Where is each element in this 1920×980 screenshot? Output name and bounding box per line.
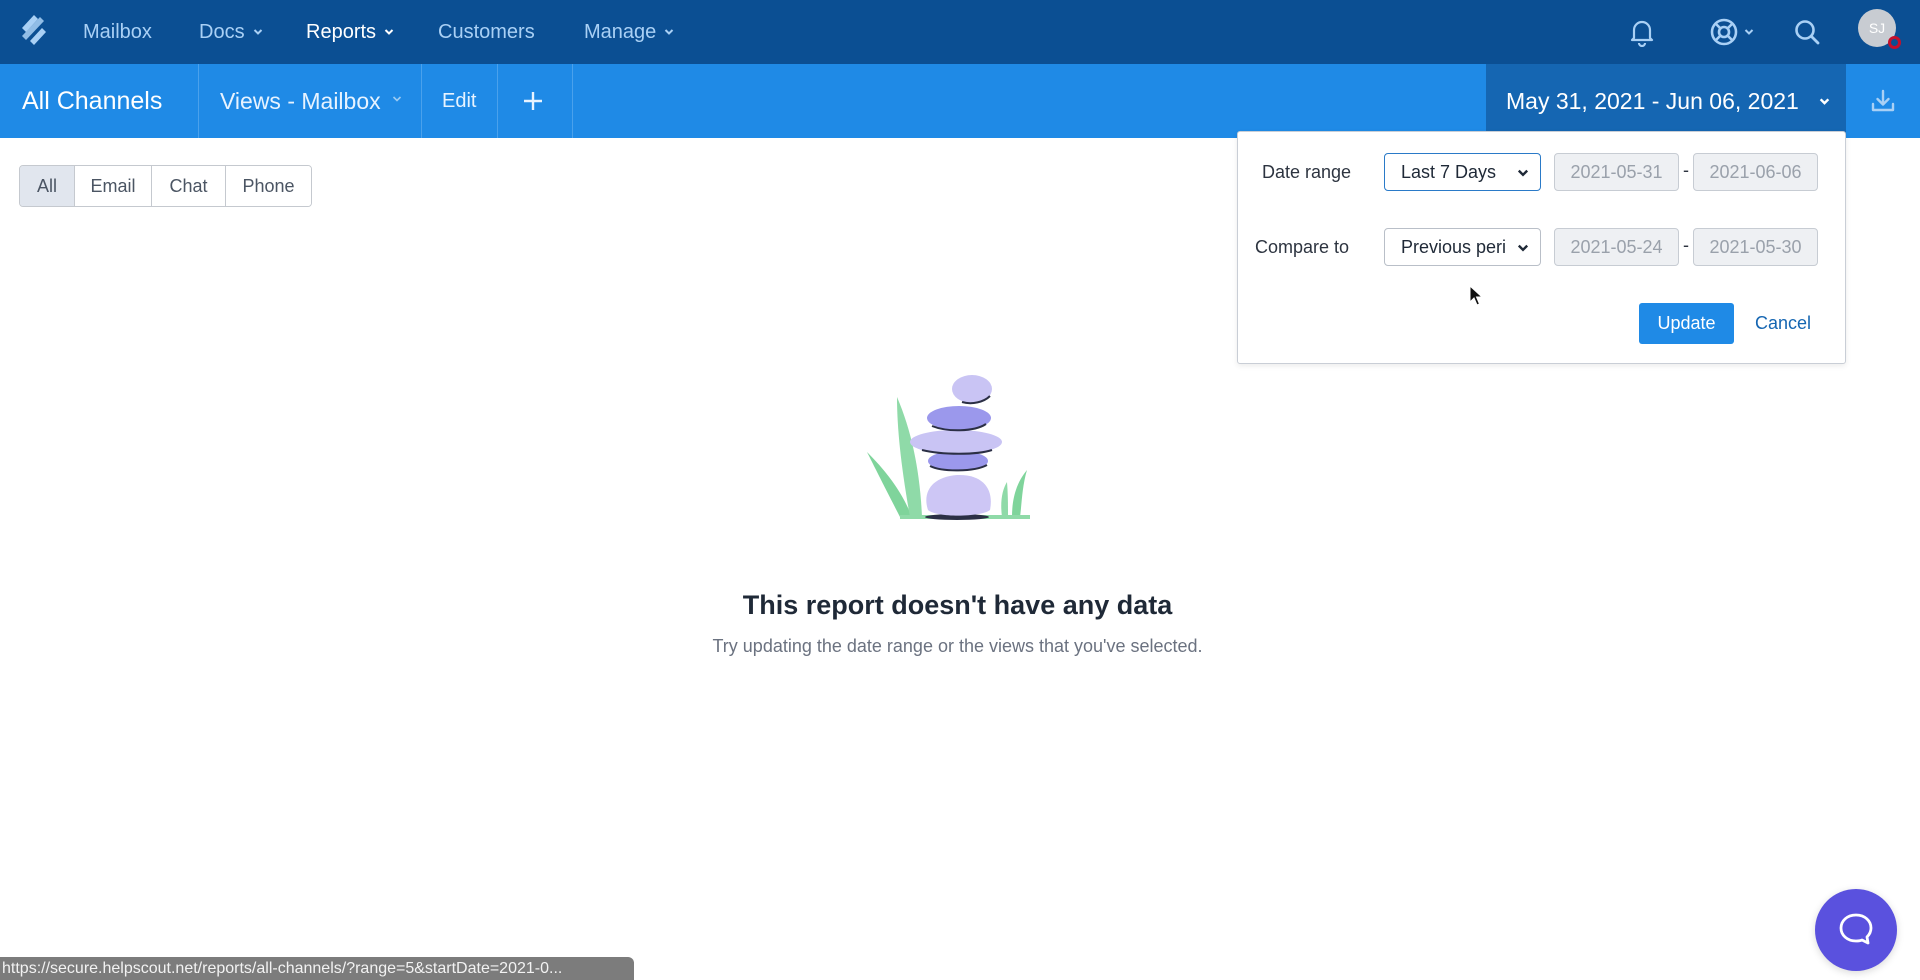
chat-bubble-icon (1839, 913, 1873, 945)
report-header-bar: All Channels Views - Mailbox Edit May 31… (0, 64, 1920, 138)
download-button[interactable] (1846, 64, 1920, 138)
chevron-down-icon (1516, 167, 1530, 179)
channel-filter-phone[interactable]: Phone (226, 166, 311, 206)
nav-mailbox[interactable]: Mailbox (83, 0, 152, 64)
nav-customers[interactable]: Customers (438, 0, 535, 64)
nav-manage-label: Manage (584, 20, 657, 43)
nav-reports[interactable]: Reports (306, 0, 394, 64)
chat-beacon-button[interactable] (1815, 889, 1897, 971)
channel-filter: All Email Chat Phone (19, 165, 312, 207)
bell-icon (1630, 20, 1654, 47)
nav-docs[interactable]: Docs (199, 0, 263, 64)
chevron-down-icon (392, 96, 401, 102)
mouse-cursor-icon (1469, 285, 1483, 306)
date-separator: - (1683, 235, 1689, 255)
stacked-stones-illustration (867, 375, 1030, 520)
date-range-label: Date range (1262, 162, 1352, 182)
channel-filter-email[interactable]: Email (75, 166, 152, 206)
plus-icon (524, 92, 542, 110)
divider (421, 64, 422, 138)
nav-reports-label: Reports (306, 20, 377, 43)
status-indicator (1888, 36, 1901, 49)
date-range-label: May 31, 2021 - Jun 06, 2021 (1506, 87, 1799, 114)
help-lifebuoy-icon (1710, 18, 1738, 46)
nav-docs-label: Docs (199, 20, 245, 43)
chevron-down-icon (1744, 29, 1754, 35)
avatar-initials: SJ (1868, 20, 1886, 36)
views-dropdown[interactable]: Views - Mailbox (220, 64, 403, 138)
date-range-select-value: Last 7 Days (1401, 161, 1497, 182)
compare-end-date-field[interactable]: 2021-05-30 (1693, 228, 1818, 266)
edit-button[interactable]: Edit (442, 64, 476, 138)
page-title: All Channels (22, 86, 163, 115)
chevron-down-icon (1819, 98, 1830, 105)
compare-to-select[interactable]: Previous peri (1384, 228, 1541, 266)
chevron-down-icon (253, 29, 262, 35)
search-icon (1795, 20, 1820, 45)
cancel-button[interactable]: Cancel (1755, 303, 1811, 344)
divider (572, 64, 573, 138)
nav-customers-label: Customers (438, 20, 535, 43)
add-view-button[interactable] (522, 64, 544, 138)
helpscout-logo-icon[interactable] (18, 12, 50, 48)
channel-filter-chat[interactable]: Chat (152, 166, 226, 206)
update-button[interactable]: Update (1639, 303, 1734, 344)
search-button[interactable] (1793, 0, 1821, 64)
date-separator: - (1683, 160, 1689, 180)
chevron-down-icon (665, 29, 674, 35)
help-menu-button[interactable] (1709, 0, 1755, 64)
divider (198, 64, 199, 138)
empty-state-title: This report doesn't have any data (742, 590, 1173, 620)
empty-state-subtitle: Try updating the date range or the views… (712, 636, 1203, 656)
nav-mailbox-label: Mailbox (83, 20, 152, 43)
status-bar-url: https://secure.helpscout.net/reports/all… (0, 957, 634, 980)
date-range-select[interactable]: Last 7 Days (1384, 153, 1541, 191)
compare-to-label: Compare to (1255, 237, 1350, 257)
start-date-field[interactable]: 2021-05-31 (1554, 153, 1679, 191)
compare-start-date-field[interactable]: 2021-05-24 (1554, 228, 1679, 266)
top-navigation: Mailbox Docs Reports Customers Manage SJ (0, 0, 1920, 64)
nav-manage[interactable]: Manage (584, 0, 674, 64)
download-icon (1871, 89, 1895, 112)
views-label: Views - Mailbox (220, 87, 381, 114)
divider (497, 64, 498, 138)
compare-to-select-value: Previous peri (1401, 236, 1507, 257)
chevron-down-icon (1516, 242, 1530, 254)
date-range-dropdown[interactable]: May 31, 2021 - Jun 06, 2021 (1486, 64, 1846, 138)
end-date-field[interactable]: 2021-06-06 (1693, 153, 1818, 191)
notifications-button[interactable] (1628, 0, 1656, 64)
date-range-popover: Date range Last 7 Days 2021-05-31 - 2021… (1237, 131, 1846, 364)
channel-filter-all[interactable]: All (20, 166, 75, 206)
chevron-down-icon (384, 29, 394, 35)
